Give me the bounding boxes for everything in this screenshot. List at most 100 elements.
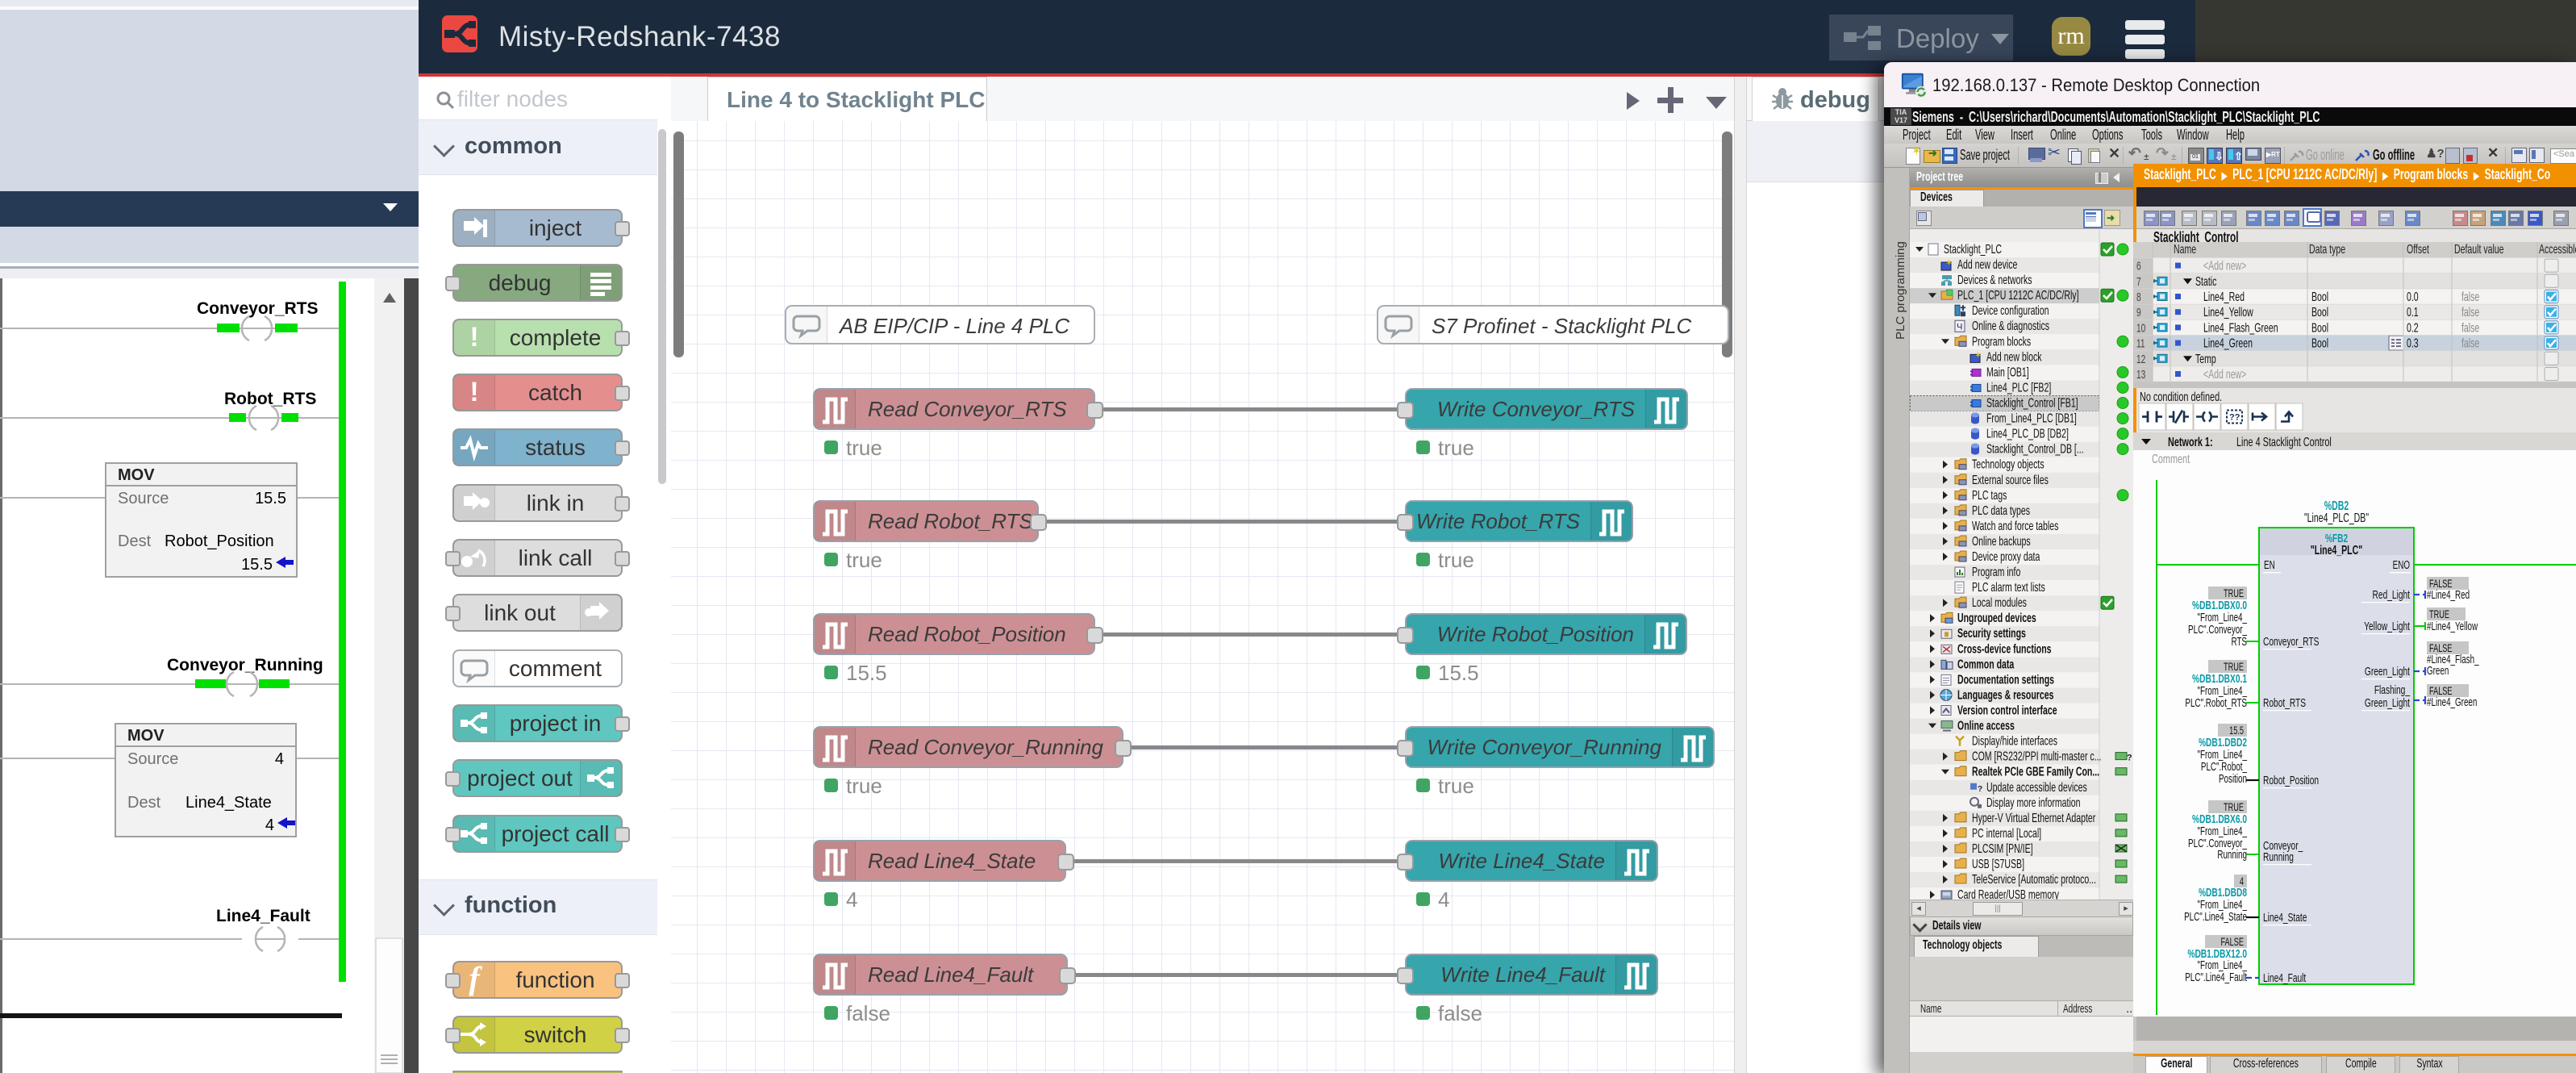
svg-text:Line4_Flash_Green: Line4_Flash_Green (2203, 320, 2278, 335)
svg-text:?: ? (2127, 754, 2132, 763)
svg-text:Devices & networks: Devices & networks (1957, 273, 2032, 287)
svg-text:%DB1.DBX0.0: %DB1.DBX0.0 (2192, 598, 2247, 612)
svg-text:Online backups: Online backups (1972, 534, 2031, 549)
svg-text:PLC_1 [CPU 1212C AC/DC/Rly]: PLC_1 [CPU 1212C AC/DC/Rly] (1957, 288, 2079, 303)
svg-text:Static: Static (2195, 274, 2217, 289)
svg-text:4: 4 (265, 816, 274, 834)
svg-text:PC internal [Local]: PC internal [Local] (1972, 826, 2041, 841)
svg-text:Cross-device functions: Cross-device functions (1957, 641, 2052, 656)
svg-text:Green_Light: Green_Light (2365, 695, 2410, 710)
svg-text:4: 4 (275, 750, 284, 768)
svg-text:Stacklight_Control [FB1]: Stacklight_Control [FB1] (1986, 395, 2078, 410)
svg-text:#Line4_Red: #Line4_Red (2427, 588, 2470, 601)
svg-text:COM [RS232/PPI multi-master c.: COM [RS232/PPI multi-master c... (1972, 749, 2101, 764)
svg-text:9: 9 (2136, 305, 2141, 319)
svg-text:6: 6 (2136, 259, 2141, 273)
svg-text:PLC alarm text lists: PLC alarm text lists (1972, 580, 2045, 595)
svg-text:From_Line4_PLC [DB1]: From_Line4_PLC [DB1] (1986, 411, 2077, 426)
svg-text:Dest: Dest (127, 794, 161, 812)
svg-text:Network 1:: Network 1: (2168, 435, 2213, 449)
svg-text:Flashing_: Flashing_ (2374, 683, 2411, 697)
svg-text:Robot_RTS: Robot_RTS (224, 390, 316, 408)
svg-text:"From_Line4_: "From_Line4_ (2198, 825, 2248, 837)
svg-text:Name: Name (2174, 242, 2196, 257)
svg-text:Stacklight_Control_DB [...: Stacklight_Control_DB [... (1986, 442, 2084, 457)
svg-text:<Add new>: <Add new> (2203, 367, 2247, 382)
svg-text:Realtek PCIe GBE Family Con...: Realtek PCIe GBE Family Con... (1972, 765, 2099, 779)
svg-text:Local modules: Local modules (1972, 595, 2027, 610)
svg-text:Running: Running (2217, 848, 2247, 861)
svg-text:Robot_Position: Robot_Position (165, 532, 274, 550)
svg-text:Green_Light: Green_Light (2365, 664, 2410, 678)
svg-text:Ч: Ч (1957, 322, 1962, 332)
svg-text:Version control interface: Version control interface (1957, 703, 2057, 717)
svg-text:Update accessible devices: Update accessible devices (1986, 780, 2087, 795)
svg-text:Robot_Position: Robot_Position (2263, 773, 2319, 787)
svg-text:#Line4_Yellow: #Line4_Yellow (2427, 620, 2478, 633)
svg-text:✶: ✶ (1974, 350, 1982, 360)
svg-text:<Add new>: <Add new> (2203, 259, 2247, 273)
svg-text:%DB1.DBD8: %DB1.DBD8 (2199, 885, 2247, 900)
svg-text:"From_Line4_: "From_Line4_ (2198, 684, 2248, 697)
svg-text:Online access: Online access (1957, 719, 2015, 733)
svg-text:Line4_PLC_DB [DB2]: Line4_PLC_DB [DB2] (1986, 427, 2069, 441)
svg-text:PLC".Robot_RTS: PLC".Robot_RTS (2185, 696, 2247, 709)
svg-text:Device proxy data: Device proxy data (1972, 549, 2040, 564)
svg-text:Stacklight_PLC: Stacklight_PLC (1944, 242, 2002, 257)
svg-text:10: 10 (2136, 320, 2145, 335)
svg-text:Languages & resources: Languages & resources (1957, 687, 2053, 702)
svg-text:Device configuration: Device configuration (1972, 303, 2049, 318)
svg-text:MOV: MOV (127, 727, 165, 745)
svg-text:"Line4_PLC_DB": "Line4_PLC_DB" (2304, 511, 2369, 525)
svg-text:Temp: Temp (2195, 352, 2216, 366)
svg-text:false: false (2461, 320, 2479, 335)
svg-text:PLC data types: PLC data types (1972, 503, 2030, 518)
svg-text:RTS: RTS (2231, 635, 2247, 648)
svg-text:PLC tags: PLC tags (1972, 488, 2007, 503)
svg-text:Ungrouped devices: Ungrouped devices (1957, 611, 2036, 625)
svg-text:Common data: Common data (1957, 657, 2015, 671)
svg-text:11: 11 (2136, 336, 2145, 351)
svg-text:Line4_Red: Line4_Red (2203, 290, 2245, 304)
svg-text:false: false (2461, 305, 2479, 319)
svg-text:Conveyor_RTS: Conveyor_RTS (197, 299, 319, 318)
svg-text:Display more information: Display more information (1986, 795, 2081, 810)
svg-text:Bool: Bool (2311, 336, 2328, 351)
svg-text:0.2: 0.2 (2407, 320, 2419, 335)
svg-text:No condition defined.: No condition defined. (2140, 390, 2222, 404)
svg-text:15.5: 15.5 (255, 490, 286, 507)
svg-text:Line4_State: Line4_State (2263, 910, 2307, 925)
svg-text:ENO: ENO (2393, 558, 2411, 571)
svg-text:EN: EN (2264, 558, 2275, 571)
svg-text:"Line4_PLC": "Line4_PLC" (2311, 543, 2362, 557)
svg-text:0.1: 0.1 (2407, 305, 2419, 319)
svg-text:"From_Line4_: "From_Line4_ (2198, 958, 2248, 971)
svg-text:Bool: Bool (2311, 305, 2328, 319)
svg-text:Line4_Yellow: Line4_Yellow (2203, 305, 2253, 319)
svg-text:Data type: Data type (2309, 242, 2345, 257)
svg-text:%DB1.DBD2: %DB1.DBD2 (2199, 735, 2247, 749)
svg-text:Default value: Default value (2454, 242, 2504, 257)
svg-text:Bool: Bool (2311, 320, 2328, 335)
svg-text:Display/hide interfaces: Display/hide interfaces (1972, 734, 2057, 749)
svg-text:0.0: 0.0 (2407, 290, 2419, 304)
svg-text:Offset: Offset (2407, 242, 2429, 257)
svg-text:Add new device: Add new device (1957, 257, 2017, 272)
svg-text:%DB1.DBX6.0: %DB1.DBX6.0 (2192, 812, 2247, 826)
svg-text:0.3: 0.3 (2407, 336, 2419, 351)
svg-text:Source: Source (127, 750, 178, 768)
svg-text:Line4_Fault: Line4_Fault (216, 907, 311, 925)
svg-text:Line4_PLC [FB2]: Line4_PLC [FB2] (1986, 380, 2051, 395)
svg-text:Bool: Bool (2311, 290, 2328, 304)
svg-text:PLCSIM [PN/IE]: PLCSIM [PN/IE] (1972, 841, 2033, 856)
svg-text:Dest: Dest (118, 532, 152, 550)
svg-text:Security settings: Security settings (1957, 626, 2026, 641)
svg-text:Green: Green (2427, 664, 2449, 677)
svg-text:Conveyor_RTS: Conveyor_RTS (2263, 634, 2319, 649)
svg-text:??: ?? (2229, 413, 2240, 423)
svg-text:Source: Source (118, 490, 169, 507)
svg-text:PLC".Conveyor_: PLC".Conveyor_ (2188, 623, 2248, 636)
svg-text:Comment: Comment (2152, 452, 2190, 466)
svg-text:PLC".Robot_: PLC".Robot_ (2201, 760, 2248, 773)
svg-text:Watch and force tables: Watch and force tables (1972, 519, 2059, 533)
